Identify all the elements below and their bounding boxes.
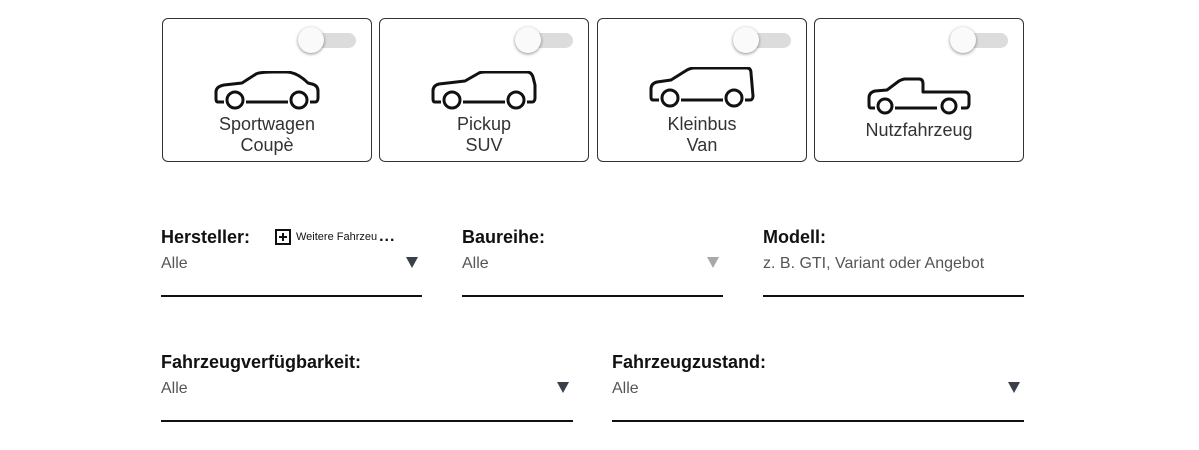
toggle-knob [733, 27, 759, 53]
modell-input[interactable] [763, 251, 1024, 277]
hersteller-value: Alle [161, 255, 188, 272]
vehicle-type-label: Kleinbus Van [667, 114, 737, 155]
pickup-truck-icon [867, 77, 971, 115]
modell-field[interactable]: Modell: [763, 227, 1024, 297]
zustand-select[interactable]: Fahrzeugzustand: Alle [612, 352, 1024, 422]
suv-icon [431, 71, 537, 110]
vehicle-type-card-kleinbus-van[interactable]: Kleinbus Van [597, 18, 807, 162]
dropdown-arrow-icon[interactable] [557, 382, 569, 393]
zustand-value: Alle [612, 380, 639, 397]
modell-label: Modell: [763, 227, 826, 247]
vehicle-type-card-pickup-suv[interactable]: Pickup SUV [379, 18, 589, 162]
toggle-switch-sportwagen[interactable] [298, 27, 358, 53]
baureihe-select[interactable]: Baureihe: Alle [462, 227, 723, 297]
baureihe-label: Baureihe: [462, 227, 546, 247]
hersteller-select[interactable]: Hersteller: Weitere Fahrzeu ... Alle [161, 227, 422, 297]
toggle-switch-pickup-suv[interactable] [515, 27, 575, 53]
baureihe-value: Alle [462, 255, 489, 272]
vehicle-type-card-sportwagen[interactable]: Sportwagen Coupè [162, 18, 372, 162]
dropdown-arrow-icon[interactable] [1008, 382, 1020, 393]
van-icon [649, 67, 755, 108]
verfuegbarkeit-value: Alle [161, 380, 188, 397]
zustand-label: Fahrzeugzustand: [612, 352, 767, 372]
vehicle-type-label: Sportwagen Coupè [218, 114, 316, 155]
toggle-knob [298, 27, 324, 53]
more-manufacturers-text: Weitere Fahrzeu [296, 231, 378, 243]
vehicle-type-label: Pickup SUV [456, 114, 512, 155]
toggle-switch-kleinbus-van[interactable] [733, 27, 793, 53]
toggle-knob [950, 27, 976, 53]
toggle-knob [515, 27, 541, 53]
hersteller-label: Hersteller: [161, 227, 251, 247]
dropdown-arrow-icon[interactable] [707, 257, 719, 268]
verfuegbarkeit-label: Fahrzeugverfügbarkeit: [161, 352, 362, 372]
ellipsis: ... [379, 228, 396, 245]
vehicle-type-card-nutzfahrzeug[interactable]: Nutzfahrzeug [814, 18, 1024, 162]
sports-car-icon [214, 71, 320, 110]
toggle-switch-nutzfahrzeug[interactable] [950, 27, 1010, 53]
verfuegbarkeit-select[interactable]: Fahrzeugverfügbarkeit: Alle [161, 352, 573, 422]
more-manufacturers-link[interactable]: Weitere Fahrzeu ... [275, 228, 395, 246]
vehicle-type-label: Nutzfahrzeug [865, 120, 973, 140]
plus-box-icon [275, 229, 291, 245]
dropdown-arrow-icon[interactable] [406, 257, 418, 268]
